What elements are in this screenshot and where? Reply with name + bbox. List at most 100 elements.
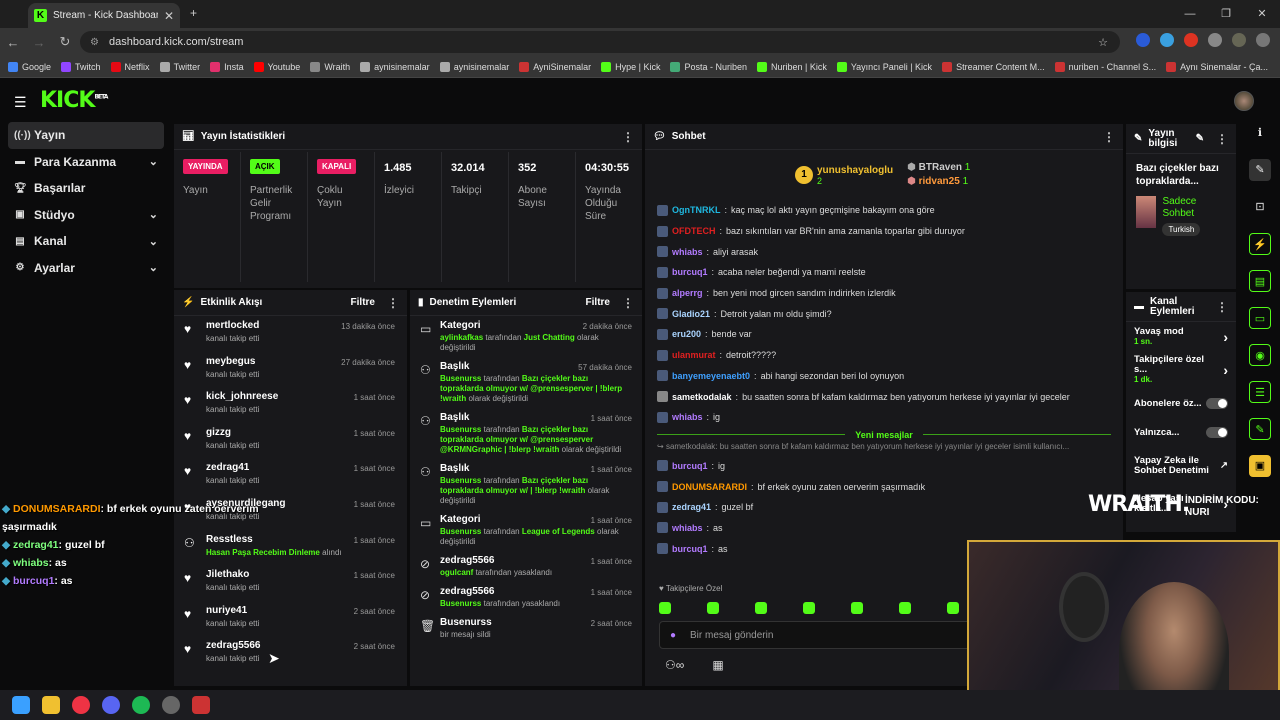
bookmark-item[interactable]: Nuriben | Kick [756,61,827,72]
chevron-right-icon[interactable]: › [1223,330,1228,344]
chat-username[interactable]: banyemeyenaebt0 [672,371,750,381]
activity-user[interactable]: mertlocked [206,320,259,331]
reload-icon[interactable]: ↻ [52,34,78,50]
sidebar-item-kanal[interactable]: ▤ Kanal ⌄ [8,228,164,255]
edit-icon[interactable]: ✎ [1249,159,1271,181]
more-options-icon[interactable]: ⋮ [1103,130,1115,144]
extension-globe-icon[interactable] [1160,33,1174,47]
chat-username[interactable]: ulanmurat [672,350,716,360]
list-icon[interactable]: ☰ [1249,381,1271,403]
chat-username[interactable]: whiabs [672,412,703,422]
emote-icon[interactable] [851,602,863,614]
info-icon[interactable]: ℹ [1249,122,1271,144]
top-supporter-3[interactable]: ⬢ ridvan25 1 [907,175,970,189]
chevron-right-icon[interactable]: › [1223,363,1228,377]
external-link-icon[interactable]: ↗ [1220,461,1228,471]
toggle-switch[interactable] [1206,398,1228,409]
gift-icon[interactable]: ▣ [1249,455,1271,477]
broadcast-icon[interactable]: ◉ [1249,344,1271,366]
chat-username[interactable]: OgnTNRKL [672,205,721,215]
top-supporter-1[interactable]: 1 yunushayaloglu 2 [795,165,893,186]
chat-username[interactable]: burcuq1 [672,544,708,554]
bookmark-item[interactable]: nuriben - Channel S... [1054,61,1156,72]
gift-icon[interactable]: ▦ [712,658,723,672]
close-tab-icon[interactable]: ✕ [164,9,174,23]
sidebar-item-ayarlar[interactable]: ⚙ Ayarlar ⌄ [8,255,164,282]
bookmark-item[interactable]: Twitch [61,61,101,72]
bookmark-item[interactable]: Insta [210,61,244,72]
channel-action-item[interactable]: Yapay Zeka ile Sohbet Denetimi ↗ [1126,447,1236,485]
more-options-icon[interactable]: ⋮ [1216,132,1228,146]
back-icon[interactable]: ← [0,35,26,50]
new-tab-icon[interactable]: + [190,6,197,20]
kick-logo[interactable]: KICKBETA [40,88,108,113]
settings-icon[interactable] [162,696,180,714]
sidebar-item-yayin[interactable]: ((·)) Yayın [8,122,164,149]
sidebar-item-para-kazanma[interactable]: ▬ Para Kazanma ⌄ [8,149,164,176]
filter-button[interactable]: Filtre [586,297,610,308]
obs-icon[interactable] [192,696,210,714]
more-options-icon[interactable]: ⋮ [622,296,634,310]
emote-icon[interactable] [947,602,959,614]
window-close-icon[interactable]: ✕ [1244,0,1280,28]
extension-record-icon[interactable] [1184,33,1198,47]
bookmark-item[interactable]: Google [8,61,51,72]
top-supporter-2[interactable]: ⬢ BTRaven 1 [907,161,970,175]
browser-tab[interactable]: K Stream - Kick Dashboard ✕ [28,3,180,28]
toggle-switch[interactable] [1206,427,1228,438]
bookmark-item[interactable]: aynisinemalar [360,61,430,72]
activity-user[interactable]: zedrag5566 [206,640,260,651]
spotify-icon[interactable] [132,696,150,714]
activity-user[interactable]: kick_johnreese [206,391,278,402]
bookmark-item[interactable]: Aynı Sinemalar - Ça... [1166,61,1268,72]
bookmark-item[interactable]: Youtube [253,61,300,72]
layout-icon[interactable]: ⊡ [1249,196,1271,218]
activity-user[interactable]: zedrag41 [206,462,259,473]
chat-username[interactable]: burcuq1 [672,461,708,471]
sidebar-item-basarilar[interactable]: 🏆︎ Başarılar [8,175,164,202]
sidebar-item-studyo[interactable]: ▣ Stüdyo ⌄ [8,202,164,229]
emote-icon[interactable] [803,602,815,614]
hamburger-menu-icon[interactable]: ☰ [14,94,27,111]
more-options-icon[interactable]: ⋮ [622,130,634,144]
profile-avatar-icon[interactable] [1232,33,1246,47]
bookmark-star-icon[interactable]: ☆ [1098,36,1108,49]
chat-username[interactable]: burcuq1 [672,267,708,277]
bookmark-item[interactable]: AyniSinemalar [519,61,591,72]
chat-settings-icon[interactable]: ⚇∞ [665,658,684,672]
bookmark-item[interactable]: Streamer Content M... [942,61,1045,72]
chat-username[interactable]: OFDTECH [672,226,716,236]
bookmark-item[interactable]: Yayıncı Paneli | Kick [836,61,932,72]
channel-action-item[interactable]: Yalnızca... [1126,418,1236,447]
bookmark-item[interactable]: Wraith [310,61,350,72]
bookmark-item[interactable]: Twitter [159,61,200,72]
chat-username[interactable]: eru200 [672,329,701,339]
activity-user[interactable]: gizzg [206,427,259,438]
activity-user[interactable]: nuriye41 [206,605,259,616]
chat-username[interactable]: sametkodalak [672,392,732,402]
chat-username[interactable]: alperrg [672,288,703,298]
minimize-icon[interactable]: — [1172,0,1208,28]
channel-action-item[interactable]: Abonelere öz... [1126,389,1236,418]
chat-username[interactable]: DONUMSARARDI [672,482,747,492]
bookmark-item[interactable]: Hype | Kick [601,61,660,72]
chat-icon[interactable]: ▭ [1249,307,1271,329]
document-icon[interactable]: ▤ [1249,270,1271,292]
forward-icon[interactable]: → [26,35,52,50]
wrench-icon[interactable]: ✎ [1249,418,1271,440]
microphone-icon[interactable]: ● [670,630,676,641]
chrome-icon[interactable] [72,696,90,714]
chat-username[interactable]: zedrag41 [672,502,711,512]
chat-username[interactable]: Gladio21 [672,309,710,319]
bookmark-item[interactable]: Netflix [110,61,150,72]
url-field[interactable]: ⚙ dashboard.kick.com/stream ☆ [80,31,1120,53]
emote-icon[interactable] [659,602,671,614]
discord-icon[interactable] [102,696,120,714]
emote-icon[interactable] [707,602,719,614]
chat-username[interactable]: whiabs [672,523,703,533]
browser-menu-icon[interactable] [1256,33,1270,47]
edit-icon[interactable]: ✎ [1196,133,1204,144]
site-info-icon[interactable]: ⚙ [90,37,99,48]
emote-icon[interactable] [755,602,767,614]
category-name[interactable]: Sadece Sohbet [1162,196,1226,220]
